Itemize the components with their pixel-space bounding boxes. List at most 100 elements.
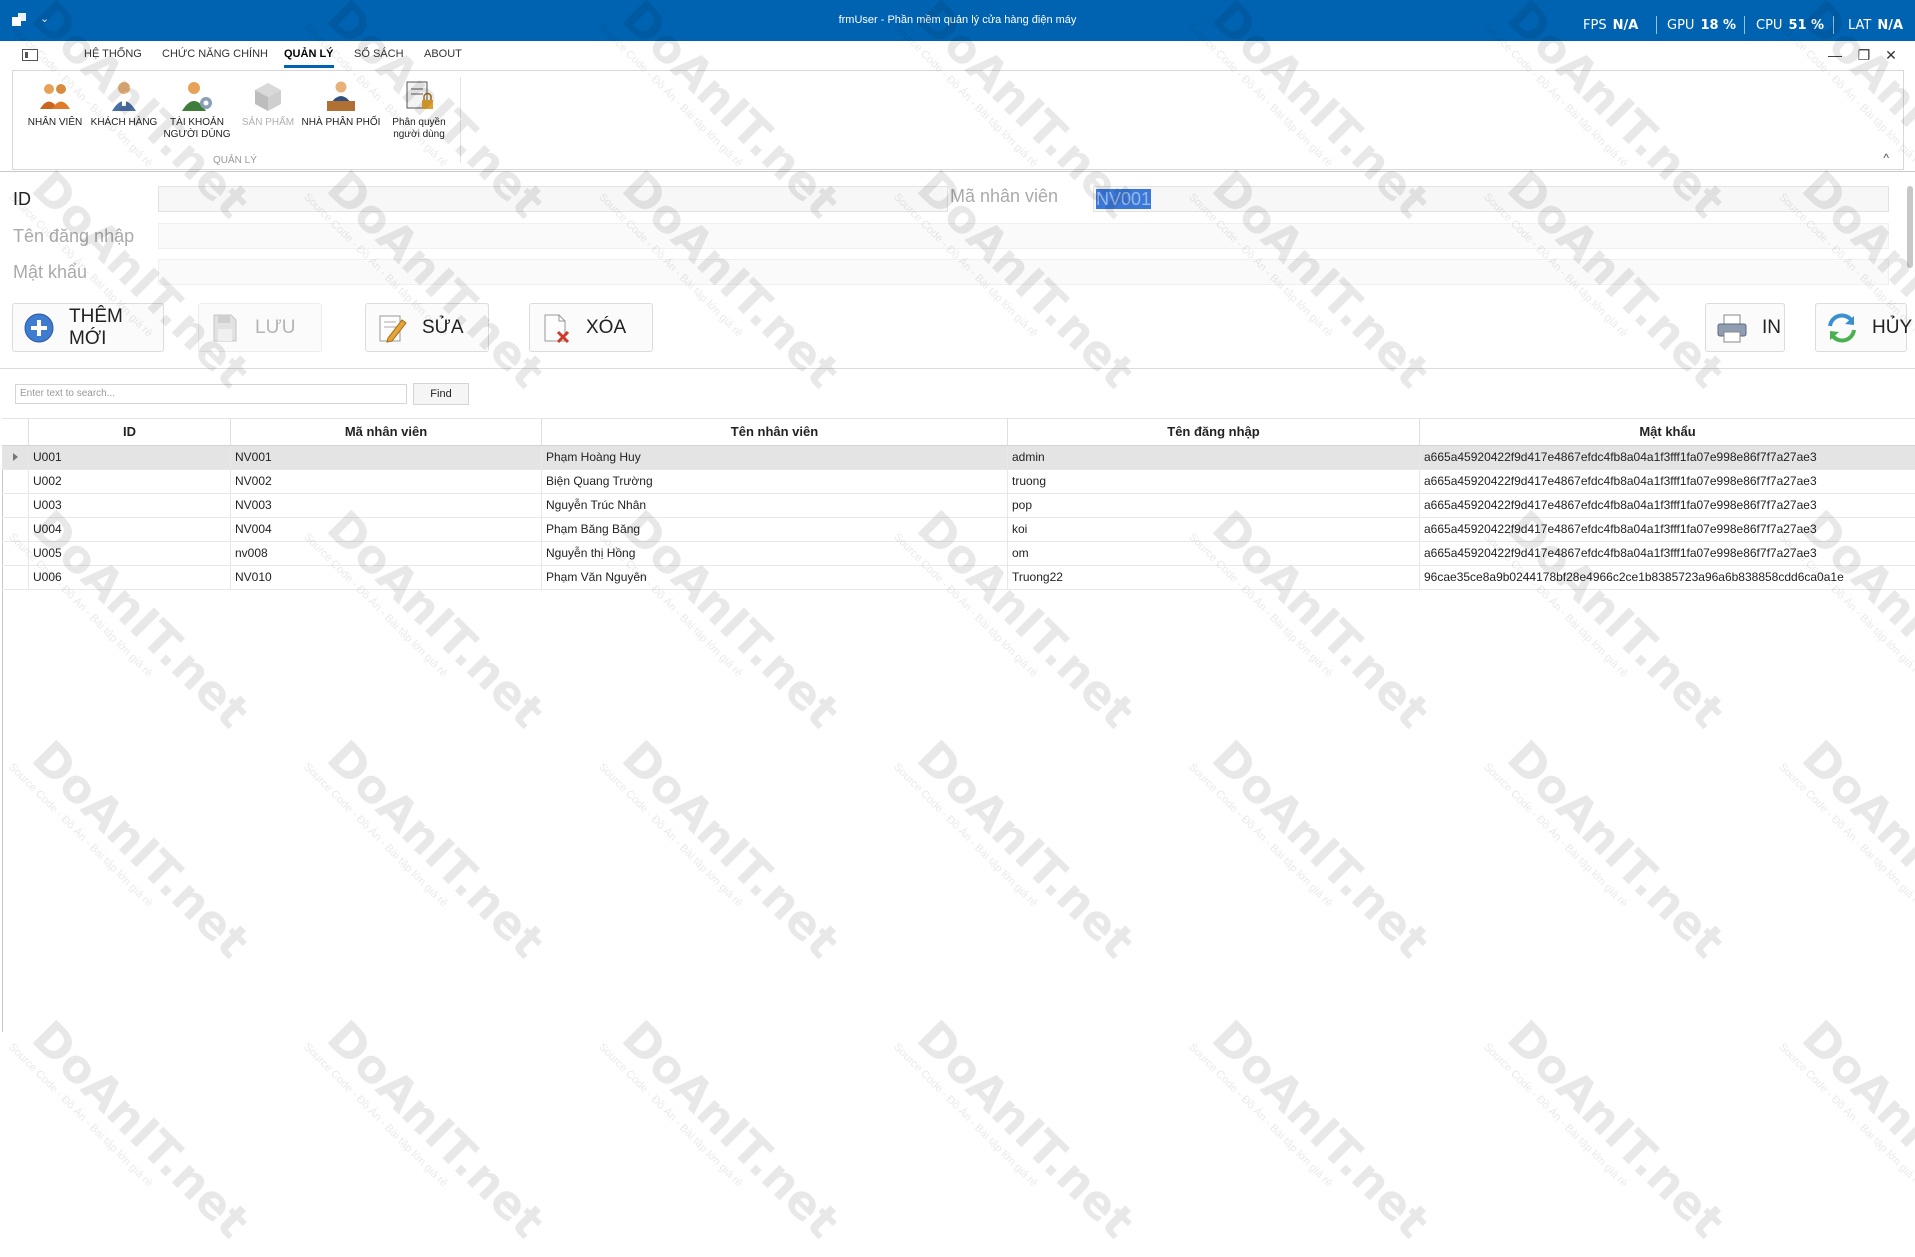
tab-quan-ly[interactable]: QUẢN LÝ [284,48,334,68]
cell-ten-nhan-vien[interactable]: Nguyễn Trúc Nhân [541,494,1007,517]
them-moi-button[interactable]: THÊM MỚI [12,303,164,352]
watermark: DoAnIT.netSource Code - Đồ Án - Bài tập … [596,730,851,969]
id-label: ID [13,189,31,209]
tab-about[interactable]: ABOUT [424,48,462,60]
table-row[interactable]: U002 NV002 Biện Quang Trường truong a665a459… [2,470,1915,494]
ma-nhan-vien-field[interactable]: NV001 [1093,186,1889,212]
cell-ten-nhan-vien[interactable]: Biện Quang Trường [541,470,1007,493]
table-row[interactable]: U004 NV004 Phạm Băng Băng koi a665a45920422f… [2,518,1915,542]
column-header-ten-dang-nhap[interactable]: Tên đăng nhập [1007,419,1419,445]
ribbon-group-separator [460,77,461,163]
column-header-id[interactable]: ID [28,419,230,445]
cell-ten-dang-nhap[interactable]: Truong22 [1007,566,1419,589]
ribbon-tab-bar: HỆ THỐNG CHỨC NĂNG CHÍNH QUẢN LÝ SỔ SÁCH… [0,41,1915,69]
cell-ten-dang-nhap[interactable]: truong [1007,470,1419,493]
luu-button[interactable]: LƯU [198,303,322,352]
row-indicator[interactable] [2,518,28,541]
cell-mat-khau[interactable]: a665a45920422f9d417e4867efdc4fb8a04a1f3f… [1419,542,1915,565]
watermark: DoAnIT.netSource Code - Đồ Án - Bài tập … [891,1010,1146,1249]
tab-chuc-nang-chinh[interactable]: CHỨC NĂNG CHÍNH [162,48,268,60]
title-bar: ⌄ frmUser - Phần mềm quản lý cửa hàng đi… [0,0,1915,41]
find-button[interactable]: Find [413,383,469,405]
collapse-ribbon-icon[interactable]: ^ [1883,151,1889,165]
distributor-icon [324,79,358,113]
cell-mat-khau[interactable]: a665a45920422f9d417e4867efdc4fb8a04a1f3f… [1419,518,1915,541]
perf-separator [1833,16,1834,34]
mat-khau-field[interactable] [158,259,1889,285]
huy-button[interactable]: HỦY [1815,303,1912,352]
cell-id[interactable]: U003 [28,494,230,517]
cell-ten-dang-nhap[interactable]: pop [1007,494,1419,517]
close-button[interactable]: ✕ [1880,45,1902,65]
row-indicator[interactable] [2,470,28,493]
toolbar-divider [0,368,1915,369]
tab-he-thong[interactable]: HỆ THỐNG [84,48,142,60]
cell-id[interactable]: U005 [28,542,230,565]
id-field[interactable] [158,186,948,212]
search-input[interactable]: Enter text to search... [15,384,407,404]
staff-icon [38,79,72,113]
table-row[interactable]: U003 NV003 Nguyễn Trúc Nhân pop a665a4592042… [2,494,1915,518]
refresh-icon [1826,312,1858,344]
cell-id[interactable]: U004 [28,518,230,541]
watermark: DoAnIT.netSource Code - Đồ Án - Bài tập … [301,1010,556,1249]
form-scrollbar[interactable] [1907,186,1913,268]
save-icon [209,312,241,344]
row-indicator[interactable] [2,542,28,565]
cell-ten-nhan-vien[interactable]: Nguyễn thị Hồng [541,542,1007,565]
edit-icon [376,312,408,344]
column-header-ten-nhan-vien[interactable]: Tên nhân viên [541,419,1007,445]
row-indicator[interactable] [2,446,28,469]
customer-icon [107,79,141,113]
column-header-mat-khau[interactable]: Mật khẩu [1419,419,1915,445]
row-indicator[interactable] [2,566,28,589]
app-menu-icon[interactable] [22,49,38,61]
ribbon-btn-phan-quyen[interactable]: Phân quyền người dùng [385,79,453,141]
grid-body: U001 NV001 Phạm Hoàng Huy admin a665a4592042… [2,446,1915,590]
minimize-button[interactable]: — [1824,45,1846,65]
cell-ten-nhan-vien[interactable]: Phạm Văn Nguyên [541,566,1007,589]
cell-ten-nhan-vien[interactable]: Phạm Băng Băng [541,518,1007,541]
product-box-icon [251,79,285,113]
watermark: DoAnIT.netSource Code - Đồ Án - Bài tập … [1481,730,1736,969]
cell-id[interactable]: U006 [28,566,230,589]
user-grid: ID Mã nhân viên Tên nhân viên Tên đăng n… [2,418,1915,590]
ribbon-panel: NHÂN VIÊN KHÁCH HÀNG TÀI KHOẢN NGƯỜI DÙNG… [12,70,1904,170]
ribbon-btn-khach-hang[interactable]: KHÁCH HÀNG [87,79,161,129]
tab-so-sach[interactable]: SỔ SÁCH [354,48,404,60]
cell-ten-nhan-vien[interactable]: Phạm Hoàng Huy [541,446,1007,469]
cell-ma-nhan-vien[interactable]: NV010 [230,566,541,589]
add-icon [23,312,55,344]
cell-id[interactable]: U001 [28,446,230,469]
column-header-ma-nhan-vien[interactable]: Mã nhân viên [230,419,541,445]
restore-button[interactable]: ❐ [1853,45,1875,65]
watermark: DoAnIT.netSource Code - Đồ Án - Bài tập … [1186,730,1441,969]
cell-mat-khau[interactable]: 96cae35ce8a9b0244178bf28e4966c2ce1b83857… [1419,566,1915,589]
cell-mat-khau[interactable]: a665a45920422f9d417e4867efdc4fb8a04a1f3f… [1419,446,1915,469]
ribbon-group-label: QUẢN LÝ [213,155,257,166]
ribbon-btn-nhan-vien[interactable]: NHÂN VIÊN [21,79,89,129]
table-row[interactable]: U001 NV001 Phạm Hoàng Huy admin a665a4592042… [2,446,1915,470]
row-indicator[interactable] [2,494,28,517]
cell-ten-dang-nhap[interactable]: koi [1007,518,1419,541]
table-row[interactable]: U006 NV010 Phạm Văn Nguyên Truong22 96cae35c… [2,566,1915,590]
watermark: DoAnIT.netSource Code - Đồ Án - Bài tập … [6,1010,261,1249]
ribbon-btn-tai-khoan[interactable]: TÀI KHOẢN NGƯỜI DÙNG [161,79,233,141]
ten-dang-nhap-field[interactable] [158,223,1889,249]
table-row[interactable]: U005 nv008 Nguyễn thị Hồng om a665a45920422f… [2,542,1915,566]
xoa-button[interactable]: XÓA [529,303,653,352]
ribbon-btn-san-pham[interactable]: SẢN PHẨM [235,79,301,129]
cell-mat-khau[interactable]: a665a45920422f9d417e4867efdc4fb8a04a1f3f… [1419,470,1915,493]
cell-mat-khau[interactable]: a665a45920422f9d417e4867efdc4fb8a04a1f3f… [1419,494,1915,517]
sua-button[interactable]: SỬA [365,303,489,352]
cell-ten-dang-nhap[interactable]: om [1007,542,1419,565]
ribbon-btn-nha-phan-phoi[interactable]: NHÀ PHÂN PHỐI [297,79,385,129]
cell-ma-nhan-vien[interactable]: NV004 [230,518,541,541]
cell-ma-nhan-vien[interactable]: NV001 [230,446,541,469]
in-button[interactable]: IN [1705,303,1785,352]
cell-ma-nhan-vien[interactable]: NV002 [230,470,541,493]
cell-id[interactable]: U002 [28,470,230,493]
cell-ma-nhan-vien[interactable]: nv008 [230,542,541,565]
cell-ma-nhan-vien[interactable]: NV003 [230,494,541,517]
cell-ten-dang-nhap[interactable]: admin [1007,446,1419,469]
